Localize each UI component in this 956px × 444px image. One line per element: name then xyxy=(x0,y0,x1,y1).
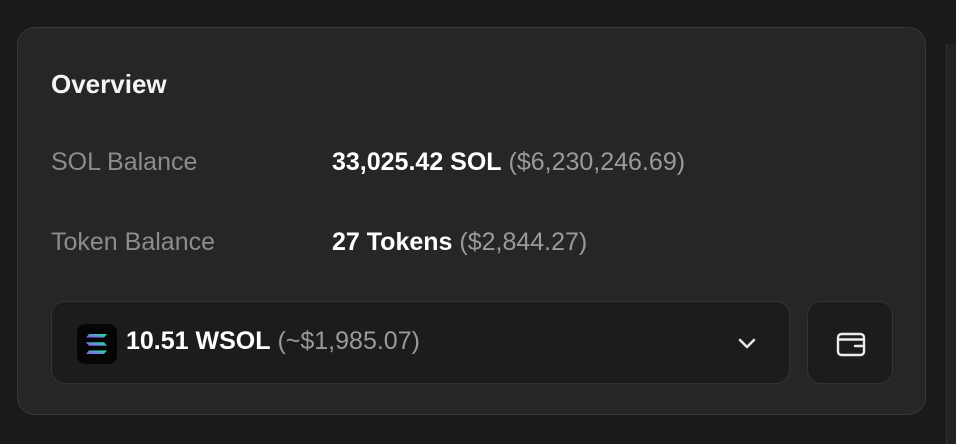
chevron-down-icon xyxy=(734,330,760,356)
solana-logo-icon xyxy=(77,324,117,364)
overview-title: Overview xyxy=(51,69,167,99)
sol-balance-label: SOL Balance xyxy=(51,148,198,176)
token-select-dropdown[interactable]: 10.51 WSOL (~$1,985.07) xyxy=(51,301,790,384)
overview-card: Overview SOL Balance 33,025.42 SOL ($6,2… xyxy=(17,27,926,415)
sol-balance-usd: ($6,230,246.69) xyxy=(508,148,686,176)
adjacent-panel-edge xyxy=(946,44,956,444)
token-balance-value: 27 Tokens ($2,844.27) xyxy=(332,228,587,257)
selected-token: 10.51 WSOL (~$1,985.07) xyxy=(126,327,420,356)
token-balance-usd: ($2,844.27) xyxy=(459,228,588,256)
token-balance-amount: 27 Tokens xyxy=(332,228,453,256)
selected-token-amount: 10.51 WSOL xyxy=(126,327,271,355)
wallet-icon xyxy=(835,328,867,360)
sol-balance-amount: 33,025.42 SOL xyxy=(332,148,502,176)
wallet-button[interactable] xyxy=(807,301,893,384)
sol-balance-value: 33,025.42 SOL ($6,230,246.69) xyxy=(332,148,685,177)
token-balance-label: Token Balance xyxy=(51,228,216,256)
selected-token-usd: (~$1,985.07) xyxy=(277,327,420,355)
